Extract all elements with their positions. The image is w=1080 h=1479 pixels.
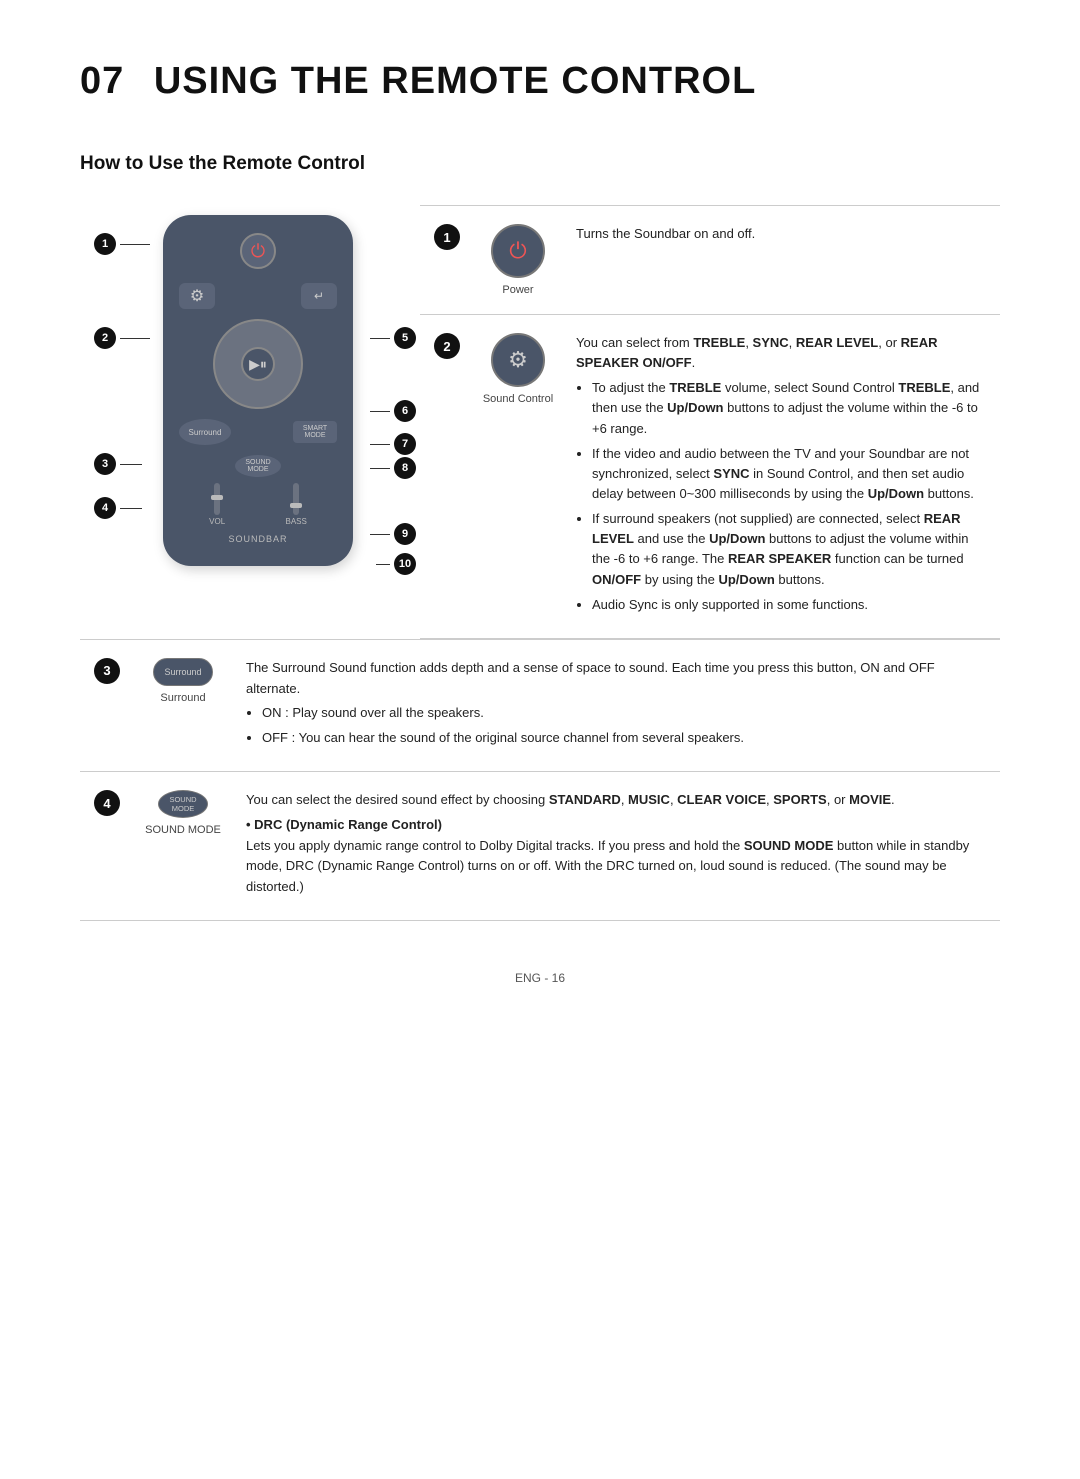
surround-button[interactable]: Surround <box>179 419 231 445</box>
sound-mode-button[interactable]: SOUNDMODE <box>235 455 281 477</box>
row-badge-2: 2 <box>434 333 460 359</box>
sound-control-label: Sound Control <box>483 393 553 405</box>
surround-label-display: Surround <box>160 692 205 704</box>
callout-7: 7 <box>394 433 416 455</box>
page-title: 07 USING THE REMOTE CONTROL <box>80 60 1000 103</box>
callout-9: 9 <box>394 523 416 545</box>
bass-slider[interactable]: BASS <box>285 483 306 526</box>
callout-2: 2 <box>94 327 116 349</box>
callout-6: 6 <box>394 400 416 422</box>
dpad-center[interactable]: ▶⏸ <box>241 347 275 381</box>
bottom-row-3: 3 Surround Surround The Surround Sound f… <box>80 640 1000 772</box>
row-badge-1: 1 <box>434 224 460 250</box>
info-row-1: 1 ⏻ Power Turns the Soundbar on and off. <box>420 206 1000 315</box>
soundbar-label: SOUNDBAR <box>179 534 337 544</box>
bottom-row-4: 4 SOUNDMODE SOUND MODE You can select th… <box>80 772 1000 921</box>
input-button[interactable]: ↵ <box>301 283 337 309</box>
vol-slider[interactable]: VOL <box>209 483 225 526</box>
sound-control-button[interactable]: ⚙ <box>179 283 215 309</box>
callout-8: 8 <box>394 457 416 479</box>
sound-control-symbol: ⚙ <box>508 347 528 373</box>
bottom-table: 3 Surround Surround The Surround Sound f… <box>80 639 1000 921</box>
callout-1: 1 <box>94 233 116 255</box>
dpad[interactable]: ▶⏸ <box>213 319 303 409</box>
remote-illustration: 1 2 3 4 5 6 7 <box>80 205 420 639</box>
power-symbol: ⏻ <box>509 238 526 264</box>
row-desc-2: You can select from TREBLE, SYNC, REAR L… <box>576 333 986 620</box>
power-icon-circle: ⏻ <box>491 224 545 278</box>
row-icon-4: SOUNDMODE SOUND MODE <box>138 790 228 836</box>
callout-4: 4 <box>94 497 116 519</box>
callout-5: 5 <box>394 327 416 349</box>
row-badge-3: 3 <box>94 658 120 684</box>
power-button-remote[interactable]: ⏻ <box>240 233 276 269</box>
row-desc-3: The Surround Sound function adds depth a… <box>246 658 986 753</box>
remote-body: ⏻ ⚙ ↵ ▶⏸ Surround SMART MODE <box>163 215 353 566</box>
row-badge-4: 4 <box>94 790 120 816</box>
callout-10: 10 <box>394 553 416 575</box>
info-row-2: 2 ⚙ Sound Control You can select from TR… <box>420 315 1000 639</box>
section-heading: How to Use the Remote Control <box>80 153 1000 175</box>
row-icon-2: ⚙ Sound Control <box>478 333 558 405</box>
sound-mode-icon-display: SOUNDMODE <box>158 790 208 818</box>
callout-3: 3 <box>94 453 116 475</box>
row-icon-3: Surround Surround <box>138 658 228 704</box>
surround-icon-display: Surround <box>153 658 213 686</box>
power-label: Power <box>502 284 533 296</box>
row-icon-1: ⏻ Power <box>478 224 558 296</box>
sound-mode-label-display: SOUND MODE <box>145 824 221 836</box>
row-desc-4: You can select the desired sound effect … <box>246 790 986 902</box>
sound-control-icon-circle: ⚙ <box>491 333 545 387</box>
smart-mode-button[interactable]: SMART MODE <box>293 421 337 443</box>
row-desc-1: Turns the Soundbar on and off. <box>576 224 986 244</box>
info-table: 1 ⏻ Power Turns the Soundbar on and off.… <box>420 205 1000 639</box>
page-footer: ENG - 16 <box>80 971 1000 985</box>
